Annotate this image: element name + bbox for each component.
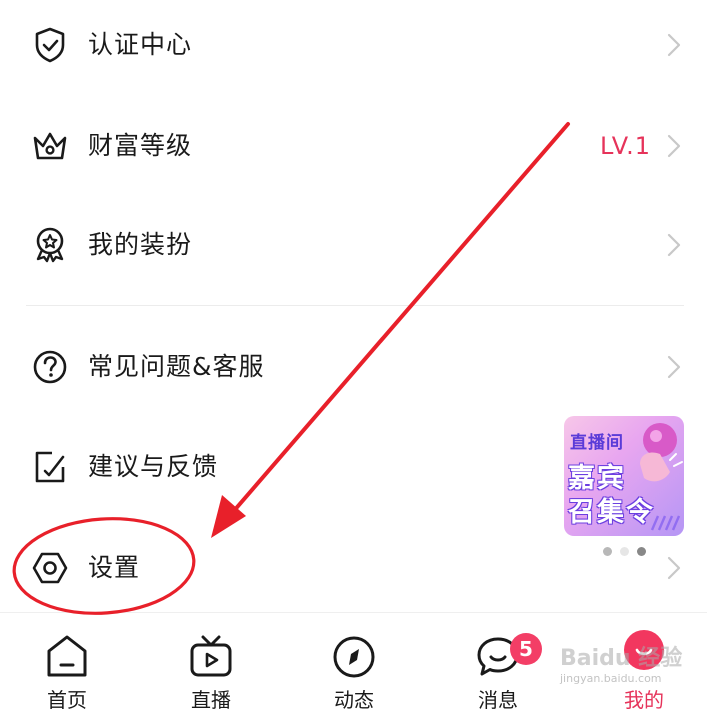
nav-tab-moments[interactable]: 动态 (304, 613, 404, 723)
menu-item-label: 财富等级 (88, 131, 193, 160)
home-icon (47, 635, 87, 677)
banner-pagination (603, 547, 647, 557)
nav-tab-label: 我的 (624, 688, 664, 712)
pagination-dot-active (637, 547, 646, 556)
live-guest-recruit-banner[interactable]: 直播间 嘉宾 召集令 (564, 416, 684, 536)
pagination-dot (603, 547, 612, 556)
menu-item-label: 设置 (88, 553, 141, 582)
tv-play-icon (190, 635, 232, 677)
menu-item-label: 常见问题&客服 (88, 352, 265, 381)
chevron-right-icon (667, 134, 681, 158)
chevron-right-icon (667, 233, 681, 257)
microphone-hand-icon (640, 423, 683, 482)
award-badge-icon (36, 227, 64, 263)
nav-tab-live[interactable]: 直播 (161, 613, 261, 723)
nav-tab-label: 首页 (47, 688, 87, 712)
menu-item-settings[interactable]: 设置 (0, 528, 707, 608)
bottom-nav: 首页 直播 动态 消息 我的 (0, 613, 707, 723)
chevron-right-icon (667, 556, 681, 580)
banner-stripes (650, 515, 680, 531)
menu-item-label: 认证中心 (88, 30, 193, 59)
settings-hexagon-icon (32, 552, 68, 584)
menu-item-my-outfit[interactable]: 我的装扮 (0, 205, 707, 285)
wealth-level-value: LV.1 (600, 132, 651, 160)
banner-tag: 直播间 (570, 433, 624, 453)
nav-tab-label: 直播 (191, 688, 231, 712)
chevron-right-icon (667, 355, 681, 379)
question-icon (33, 350, 67, 384)
chevron-right-icon (667, 33, 681, 57)
nav-tab-messages[interactable]: 消息 (448, 613, 548, 723)
nav-tab-label: 消息 (478, 688, 518, 712)
menu-item-label: 建议与反馈 (88, 452, 219, 481)
feedback-edit-icon (35, 451, 65, 483)
pagination-dot (620, 547, 629, 556)
compass-icon (333, 636, 375, 678)
nav-tab-home[interactable]: 首页 (17, 613, 117, 723)
profile-face-icon (624, 630, 664, 670)
crown-icon (33, 132, 67, 160)
shield-icon (35, 27, 65, 63)
menu-item-label: 我的装扮 (88, 230, 193, 259)
nav-tab-label: 动态 (334, 688, 374, 712)
menu-item-wealth-level[interactable]: 财富等级 LV.1 (0, 106, 707, 186)
section-divider (26, 305, 684, 306)
banner-title-line2: 召集令 (568, 497, 655, 528)
menu-item-faq-support[interactable]: 常见问题&客服 (0, 327, 707, 407)
message-unread-badge: 5 (510, 633, 542, 665)
menu-item-certification[interactable]: 认证中心 (0, 5, 707, 85)
